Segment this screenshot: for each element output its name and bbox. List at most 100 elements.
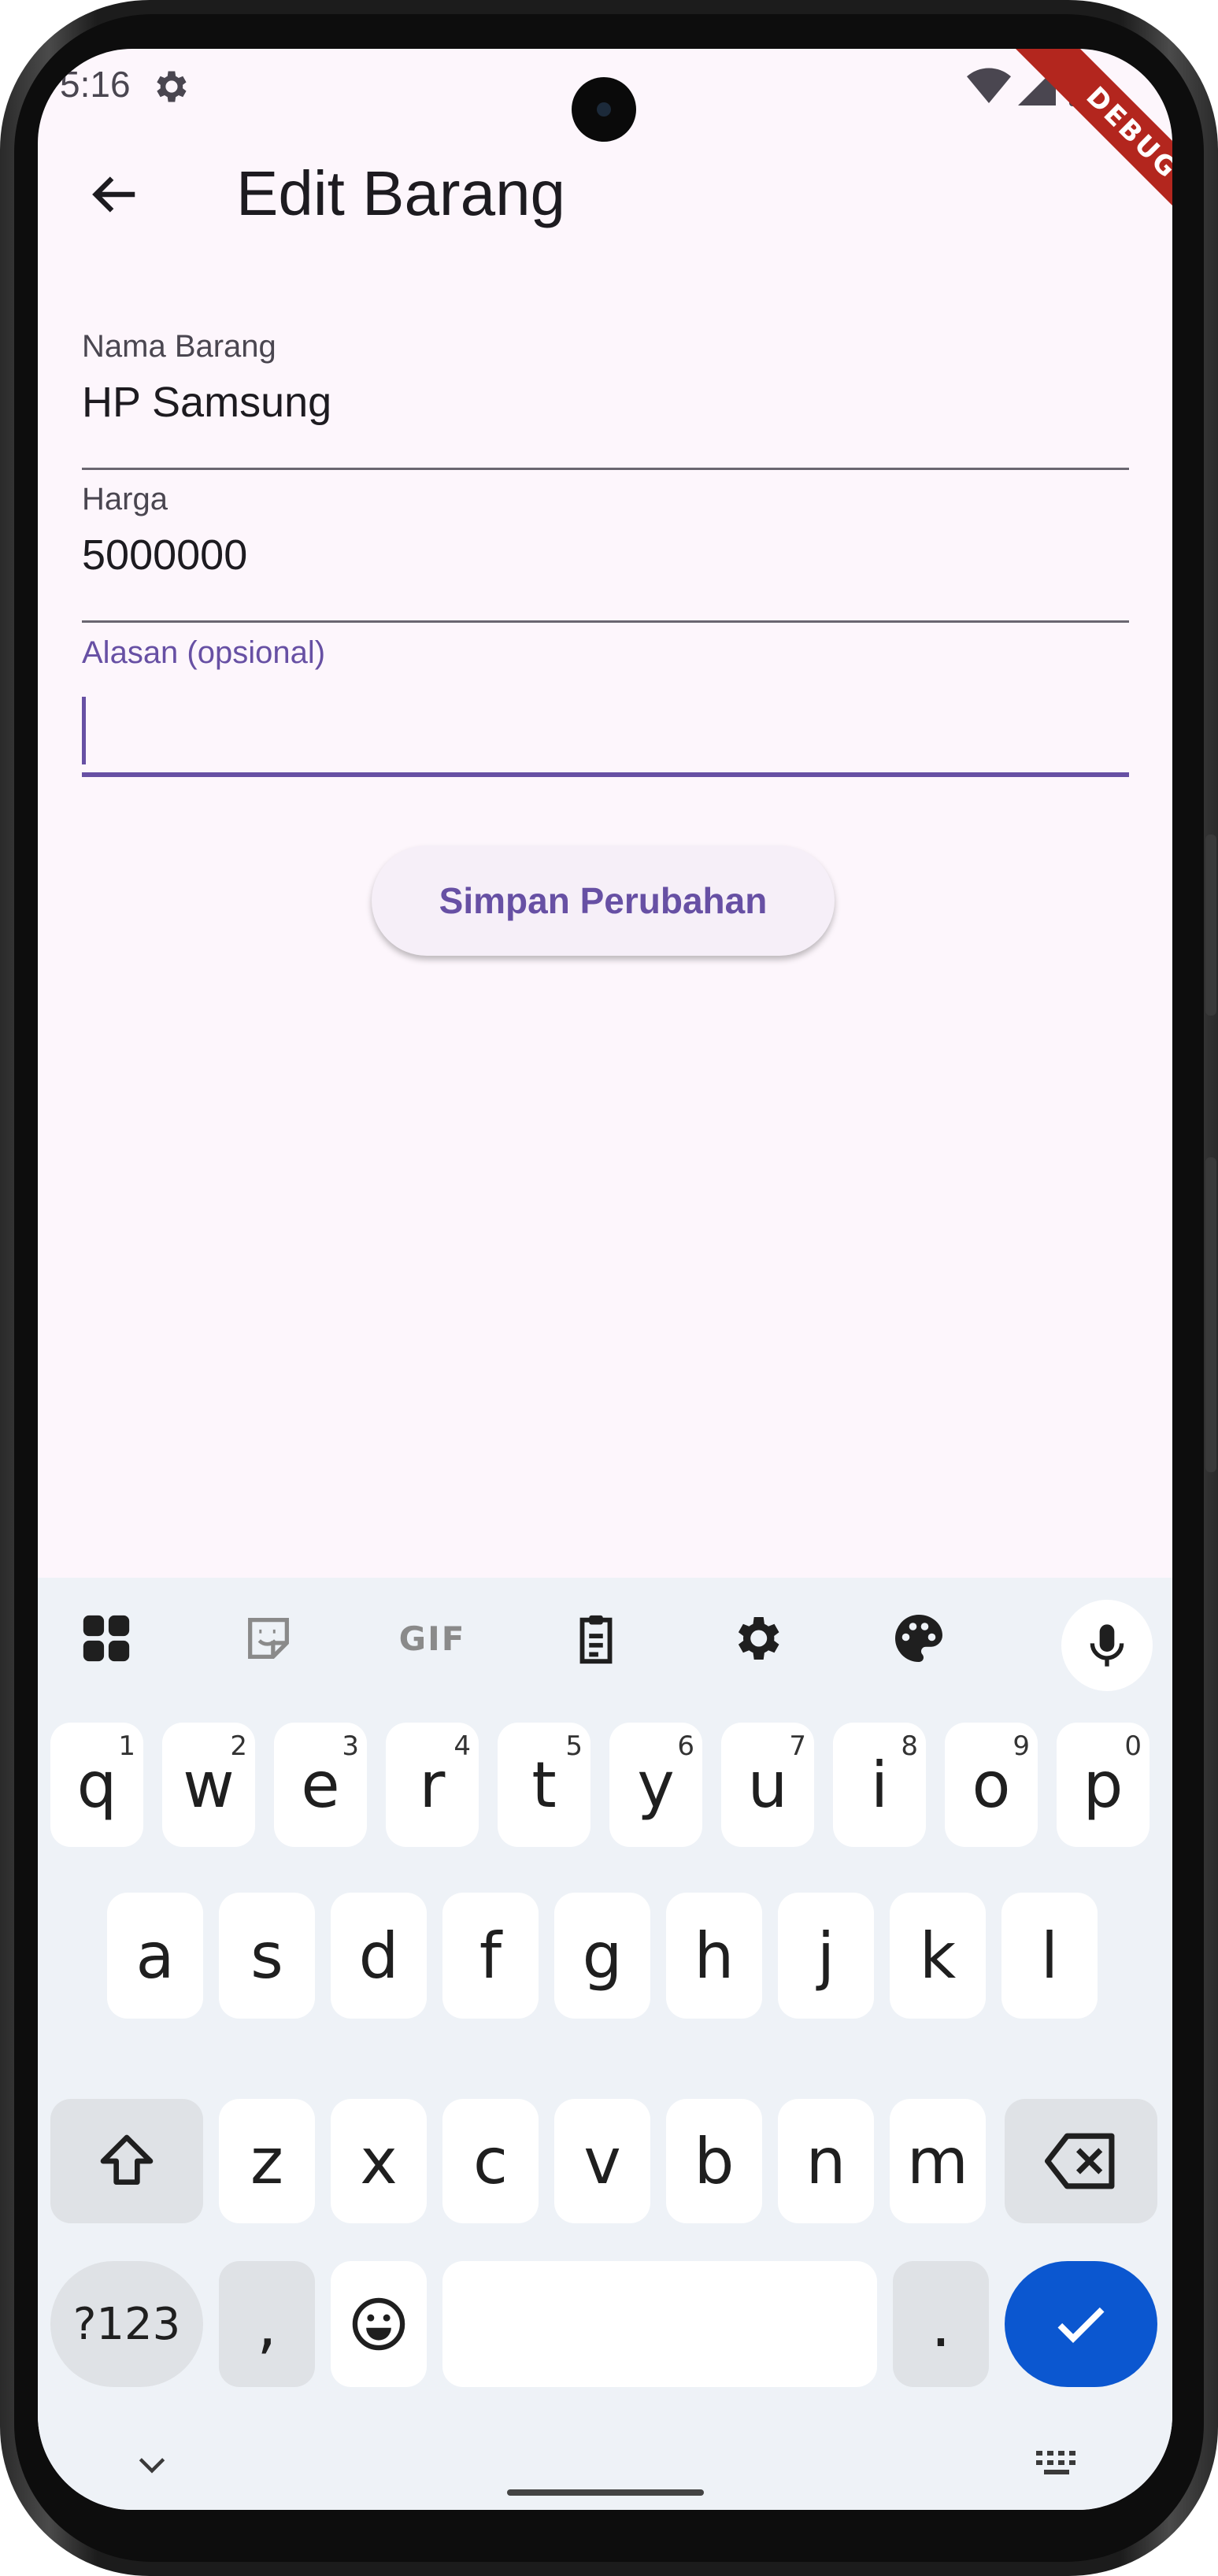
palette-icon[interactable] <box>876 1595 962 1682</box>
alasan-label: Alasan (opsional) <box>82 635 326 670</box>
gif-label: GIF <box>398 1619 466 1658</box>
mic-button[interactable] <box>1061 1600 1153 1691</box>
key-w-label: w <box>183 1748 235 1822</box>
simpan-perubahan-button[interactable]: Simpan Perubahan <box>372 846 835 956</box>
page-title: Edit Barang <box>236 158 566 228</box>
checkmark-icon <box>1057 2307 1105 2343</box>
key-i-hint: 8 <box>901 1730 918 1762</box>
key-j-label: j <box>816 1919 835 1993</box>
key-y-label: y <box>637 1748 675 1822</box>
key-d-label: d <box>358 1919 399 1993</box>
shift-arrow-icon <box>100 2134 154 2185</box>
gif-icon[interactable]: GIF <box>389 1595 476 1682</box>
key-z[interactable]: z <box>219 2099 315 2223</box>
sticker-icon[interactable] <box>225 1595 312 1682</box>
key-c[interactable]: c <box>442 2099 539 2223</box>
key-e-label: e <box>301 1748 340 1822</box>
keyboard-switch-icon[interactable] <box>1027 2444 1090 2483</box>
key-j[interactable]: j <box>778 1893 874 2019</box>
key-k[interactable]: k <box>890 1893 986 2019</box>
settings-gear-icon <box>150 66 191 107</box>
key-d[interactable]: d <box>331 1893 427 2019</box>
shift-key[interactable] <box>50 2099 203 2223</box>
alasan-field[interactable]: Alasan (opsional) <box>82 635 1129 780</box>
mic-icon <box>1090 1624 1124 1667</box>
clipboard-icon[interactable] <box>553 1595 639 1682</box>
apps-grid-icon[interactable] <box>63 1595 150 1682</box>
key-f[interactable]: f <box>442 1893 539 2019</box>
key-w[interactable]: w2 <box>162 1723 255 1847</box>
keyboard-settings-icon[interactable] <box>713 1595 800 1682</box>
alasan-underline <box>82 772 1129 777</box>
screen: 5:16 DEBUG Edit Barang Nama Barang HP Sa… <box>38 49 1172 2510</box>
key-m[interactable]: m <box>890 2099 986 2223</box>
wifi-icon <box>967 68 1011 105</box>
harga-underline <box>82 620 1129 623</box>
key-v-label: v <box>583 2124 621 2198</box>
key-l-label: l <box>1040 1919 1059 1993</box>
key-r[interactable]: r4 <box>386 1723 479 1847</box>
key-t-label: t <box>531 1748 557 1822</box>
comma-key[interactable]: , <box>219 2261 315 2387</box>
backspace-icon <box>1045 2133 1115 2189</box>
harga-field[interactable]: Harga 5000000 <box>82 482 1129 627</box>
home-gesture-bar[interactable] <box>507 2489 704 2496</box>
key-n[interactable]: n <box>778 2099 874 2223</box>
key-q[interactable]: q1 <box>50 1723 143 1847</box>
key-g[interactable]: g <box>554 1893 650 2019</box>
key-o-hint: 9 <box>1013 1730 1030 1762</box>
key-h-label: h <box>694 1919 735 1993</box>
key-p[interactable]: p0 <box>1057 1723 1150 1847</box>
key-s[interactable]: s <box>219 1893 315 2019</box>
symbols-key[interactable]: ?123 <box>50 2261 203 2387</box>
nama-barang-field[interactable]: Nama Barang HP Samsung <box>82 329 1129 474</box>
key-u[interactable]: u7 <box>721 1723 814 1847</box>
text-cursor <box>82 697 86 764</box>
key-k-label: k <box>919 1919 957 1993</box>
nama-barang-label: Nama Barang <box>82 329 276 364</box>
key-m-label: m <box>907 2124 968 2198</box>
backspace-key[interactable] <box>1005 2099 1157 2223</box>
comma-key-label: , <box>257 2287 277 2361</box>
enter-done-key[interactable] <box>1005 2261 1157 2387</box>
key-u-hint: 7 <box>789 1730 806 1762</box>
status-time: 5:16 <box>60 64 131 105</box>
key-b[interactable]: b <box>666 2099 762 2223</box>
symbols-key-label: ?123 <box>72 2298 181 2350</box>
key-l[interactable]: l <box>1001 1893 1098 2019</box>
emoji-key[interactable] <box>331 2261 427 2387</box>
emoji-icon <box>352 2297 405 2351</box>
key-i[interactable]: i8 <box>833 1723 926 1847</box>
key-r-hint: 4 <box>454 1730 471 1762</box>
power-button <box>1205 1157 1216 1472</box>
key-y-hint: 6 <box>677 1730 694 1762</box>
key-t-hint: 5 <box>565 1730 583 1762</box>
key-h[interactable]: h <box>666 1893 762 2019</box>
key-e-hint: 3 <box>342 1730 359 1762</box>
hide-keyboard-chevron-icon[interactable] <box>124 2445 180 2485</box>
volume-button <box>1205 835 1216 1016</box>
key-o[interactable]: o9 <box>945 1723 1038 1847</box>
back-arrow-icon[interactable] <box>79 159 150 230</box>
key-t[interactable]: t5 <box>498 1723 590 1847</box>
key-v[interactable]: v <box>554 2099 650 2223</box>
key-i-label: i <box>870 1748 889 1822</box>
key-e[interactable]: e3 <box>274 1723 367 1847</box>
key-a[interactable]: a <box>107 1893 203 2019</box>
key-b-label: b <box>694 2124 735 2198</box>
key-p-hint: 0 <box>1124 1730 1142 1762</box>
space-key[interactable] <box>442 2261 877 2387</box>
key-x[interactable]: x <box>331 2099 427 2223</box>
key-z-label: z <box>250 2124 283 2198</box>
key-y[interactable]: y6 <box>609 1723 702 1847</box>
key-a-label: a <box>135 1919 175 1993</box>
key-p-label: p <box>1083 1748 1124 1822</box>
key-f-label: f <box>479 1919 502 1993</box>
key-q-hint: 1 <box>118 1730 135 1762</box>
key-n-label: n <box>805 2124 846 2198</box>
key-c-label: c <box>473 2124 508 2198</box>
front-camera <box>572 77 636 142</box>
period-key[interactable]: . <box>893 2261 989 2387</box>
nama-barang-underline <box>82 468 1129 470</box>
key-u-label: u <box>747 1748 788 1822</box>
